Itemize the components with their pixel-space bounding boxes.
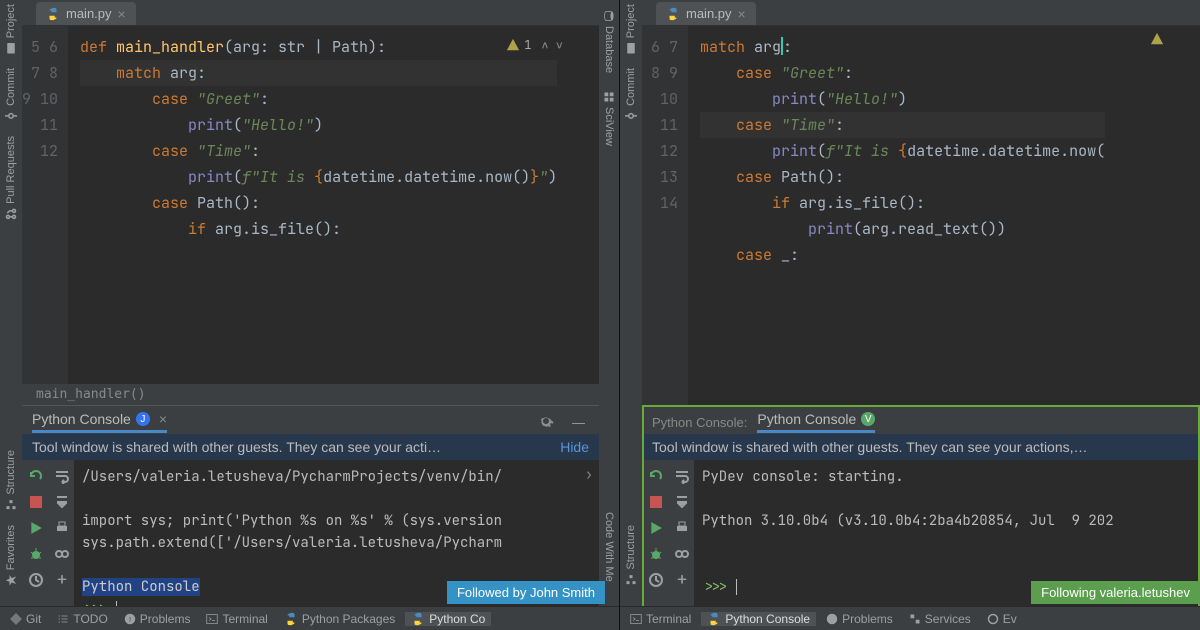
console-label: Python Console: [652,415,747,430]
print-icon[interactable] [52,518,72,538]
stop-icon[interactable] [646,492,666,512]
variables-icon[interactable] [672,544,692,564]
editor-tabbar: main.py × [642,0,1200,26]
bb-events[interactable]: Ev [981,612,1023,626]
share-banner: Tool window is shared with other guests.… [22,434,599,460]
guest-badge: V [861,412,875,426]
debug-icon[interactable] [646,544,666,564]
expand-icon[interactable]: › [579,460,599,630]
inspection-widget[interactable] [1150,32,1164,46]
rerun-icon[interactable] [646,466,666,486]
svg-text:!: ! [129,615,131,624]
bb-problems[interactable]: !Problems [118,612,197,626]
run-icon[interactable] [646,518,666,538]
sidebar-codewithme[interactable]: Code With Me [603,512,615,582]
sidebar-sciview[interactable]: SciView [603,91,615,146]
sidebar-database[interactable]: Database [603,10,615,73]
add-icon[interactable]: + [52,570,72,590]
follow-badge[interactable]: Followed by John Smith [447,581,605,604]
python-icon [46,7,60,21]
console-toolbar: + [22,460,74,630]
sidebar-structure[interactable]: Structure [5,450,17,511]
file-tab-label: main.py [686,6,732,21]
line-gutter: 5 6 7 8 9 10 11 12 [22,26,68,384]
console-output[interactable]: /Users/valeria.letusheva/PycharmProjects… [74,460,579,630]
python-icon [666,7,680,21]
scroll-icon[interactable] [52,492,72,512]
bb-terminal[interactable]: Terminal [624,612,697,626]
sidebar-project[interactable]: Project [5,4,17,54]
hide-link[interactable]: Hide [560,439,589,455]
close-icon[interactable]: × [738,9,746,19]
line-gutter: 6 7 8 9 10 11 12 13 14 [642,26,688,405]
close-icon[interactable]: × [159,414,167,424]
bb-pyconsole[interactable]: Python Co [405,612,491,626]
scroll-icon[interactable] [672,492,692,512]
stop-icon[interactable] [26,492,46,512]
editor-tabbar: main.py × [22,0,599,26]
bb-problems[interactable]: Problems [820,612,899,626]
debug-icon[interactable] [26,544,46,564]
bottom-toolbar: Git TODO !Problems Terminal Python Packa… [0,606,619,630]
share-banner: Tool window is shared with other guests.… [642,434,1200,460]
sidebar-commit[interactable]: Commit [625,68,637,122]
rerun-icon[interactable] [26,466,46,486]
gear-icon[interactable] [534,413,558,432]
sidebar-structure[interactable]: Structure [625,525,637,586]
close-icon[interactable]: × [118,9,126,19]
sidebar-commit[interactable]: Commit [5,68,17,122]
softwrap-icon[interactable] [52,466,72,486]
code-editor[interactable]: 6 7 8 9 10 11 12 13 14 match arg: case "… [642,26,1200,405]
follow-badge[interactable]: Following valeria.letushev [1031,581,1200,604]
run-icon[interactable] [26,518,46,538]
bb-terminal[interactable]: Terminal [200,612,273,626]
console-tab[interactable]: Python ConsoleV [757,411,875,433]
right-sidebar: Database SciView Code With Me [599,0,619,630]
sidebar-pullrequests[interactable]: Pull Requests [5,136,17,220]
print-icon[interactable] [672,518,692,538]
bb-git[interactable]: Git [4,612,47,626]
add-icon[interactable]: + [672,570,692,590]
bb-pyconsole[interactable]: Python Console [701,612,816,626]
left-sidebar: Project Commit Structure [620,0,642,630]
file-tab-main[interactable]: main.py × [36,2,136,25]
console-tab[interactable]: Python ConsoleJ × [32,411,167,433]
bb-todo[interactable]: TODO [51,612,113,626]
left-sidebar: Project Commit Pull Requests Structure F… [0,0,22,630]
history-icon[interactable] [646,570,666,590]
guest-badge: J [136,412,150,426]
file-tab-label: main.py [66,6,112,21]
softwrap-icon[interactable] [672,466,692,486]
inspection-widget[interactable]: 1 ∧ ∨ [506,32,563,58]
breadcrumb[interactable]: main_handler() [22,384,599,405]
file-tab-main[interactable]: main.py × [656,2,756,25]
sidebar-favorites[interactable]: Favorites [5,525,17,586]
console-toolbar: + [642,460,694,630]
minimize-icon[interactable]: — [568,415,589,430]
bb-pypackages[interactable]: Python Packages [278,612,401,626]
bottom-toolbar: Terminal Python Console Problems Service… [620,606,1200,630]
history-icon[interactable] [26,570,46,590]
console-output[interactable]: PyDev console: starting. Python 3.10.0b4… [694,460,1200,630]
code-editor[interactable]: 1 ∧ ∨ 5 6 7 8 9 10 11 12 def main_handle… [22,26,599,384]
sidebar-project[interactable]: Project [625,4,637,54]
bb-services[interactable]: Services [903,612,977,626]
variables-icon[interactable] [52,544,72,564]
